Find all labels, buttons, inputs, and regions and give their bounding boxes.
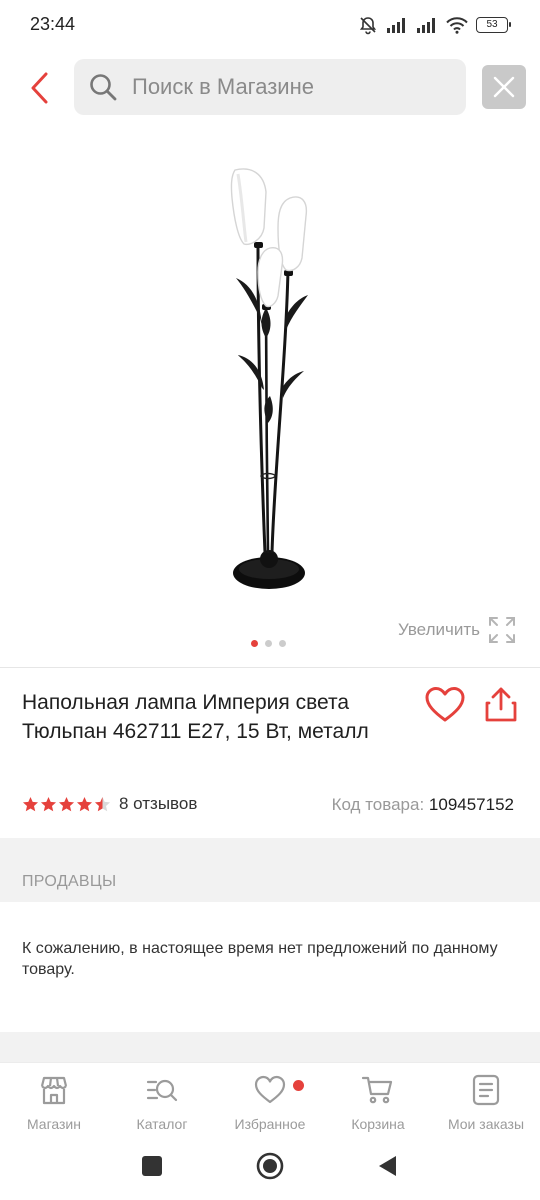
recent-apps-button[interactable] [142,1156,162,1176]
wifi-icon [446,17,468,34]
rating-stars [22,796,111,813]
pagination-dot[interactable] [265,640,272,647]
catalog-search-icon [146,1079,178,1102]
nav-label-catalog: Каталог [136,1116,188,1132]
notification-badge [293,1080,304,1091]
sku: Код товара: 109457152 [332,795,514,815]
heart-icon [254,1075,286,1104]
bell-muted-icon [359,17,377,35]
no-offers-message: К сожалению, в настоящее время нет предл… [22,940,498,978]
sku-value: 109457152 [428,795,514,814]
star-icon [58,796,75,811]
back-system-button[interactable] [376,1154,398,1178]
share-icon [485,687,517,722]
zoom-label: Увеличить [398,620,480,639]
search-bar[interactable] [74,59,466,115]
chevron-left-icon [31,72,48,104]
product-title: Напольная лампа Империя света Тюльпан 46… [22,691,369,743]
signal-icon-2 [417,18,435,33]
favorite-button[interactable] [424,686,466,724]
star-icon [22,796,39,811]
divider [0,667,540,668]
status-time: 23:44 [30,14,76,34]
nav-label-favorites: Избранное [234,1116,306,1132]
gallery-pagination [251,640,286,647]
pagination-dot-active[interactable] [251,640,258,647]
sku-label: Код товара: [331,795,425,814]
reviews-link[interactable]: 8 отзывов [119,794,197,814]
product-image[interactable] [180,158,360,598]
close-icon [493,76,515,98]
product-rating: 8 отзывов [22,794,197,814]
search-icon [90,74,117,101]
expand-icon [489,617,515,643]
nav-label-cart: Корзина [351,1116,405,1132]
nav-item-orders[interactable]: Мои заказы [431,1073,540,1132]
close-button[interactable] [482,65,526,109]
share-button[interactable] [482,686,520,724]
home-button[interactable] [256,1152,284,1180]
zoom-button[interactable]: Увеличить [398,616,516,644]
nav-label-orders: Мои заказы [447,1116,525,1132]
bottom-navigation: Магазин Каталог Избранное Корзина Мои за… [0,1062,540,1140]
sellers-section-header [0,838,540,902]
nav-item-favorites[interactable]: Избранное [215,1073,325,1132]
store-icon [40,1076,68,1105]
signal-icon [387,18,405,33]
orders-icon [472,1074,500,1106]
sellers-title: ПРОДАВЦЫ [22,873,117,890]
star-icon [40,796,57,811]
nav-item-store[interactable]: Магазин [0,1073,109,1132]
heart-icon [425,687,465,722]
cart-icon [361,1076,393,1104]
status-bar: 23:44 53 [0,0,540,50]
star-icon [76,796,93,811]
pagination-dot[interactable] [279,640,286,647]
triangle-back-icon [379,1156,396,1176]
home-circle-icon [256,1152,284,1180]
nav-item-catalog[interactable]: Каталог [107,1073,217,1132]
status-icons: 53 [358,14,511,36]
section-spacer [0,1032,540,1062]
star-icon [94,796,111,811]
nav-label-store: Магазин [26,1116,81,1132]
search-input[interactable] [132,74,442,100]
back-button[interactable] [20,66,60,110]
nav-item-cart[interactable]: Корзина [323,1073,433,1132]
system-navigation-bar [0,1140,540,1200]
battery-indicator: 53 [476,17,511,33]
